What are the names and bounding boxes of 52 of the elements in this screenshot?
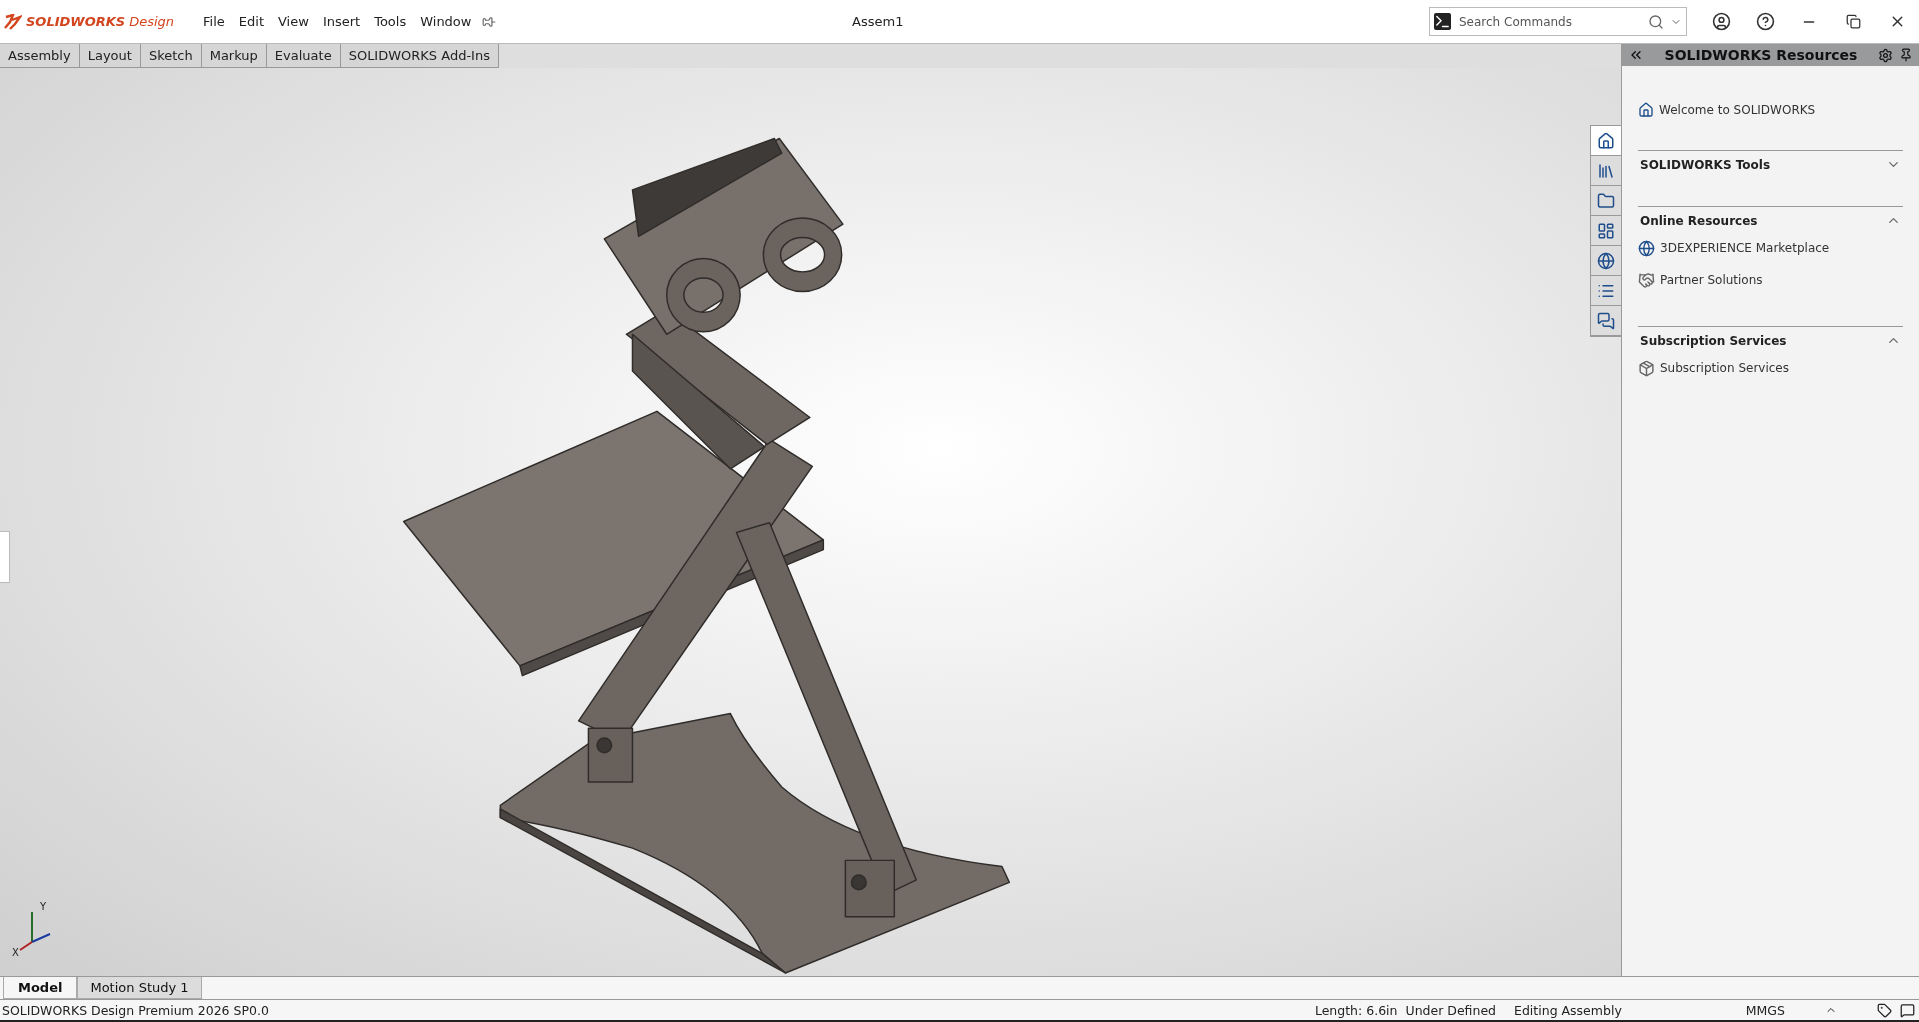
settings-icon[interactable] bbox=[1878, 47, 1893, 63]
forum-icon bbox=[1597, 311, 1615, 330]
resource-link[interactable]: Partner Solutions bbox=[1638, 268, 1903, 292]
model-tab[interactable]: Motion Study 1 bbox=[77, 977, 202, 999]
pin-icon[interactable] bbox=[482, 14, 497, 29]
home-icon bbox=[1597, 131, 1615, 150]
command-tab[interactable]: Layout bbox=[79, 44, 141, 68]
axis-triad-drawing: Y X bbox=[12, 898, 56, 958]
library-icon bbox=[1597, 161, 1615, 180]
folder-icon bbox=[1597, 191, 1615, 210]
edit-mode-text: Editing Assembly bbox=[1513, 1002, 1623, 1018]
command-tab[interactable]: Evaluate bbox=[266, 44, 341, 68]
pin-icon[interactable] bbox=[1899, 48, 1913, 62]
section-header[interactable]: Subscription Services bbox=[1638, 333, 1903, 348]
section-header[interactable]: SOLIDWORKS Tools bbox=[1638, 157, 1903, 172]
terminal-icon bbox=[1434, 13, 1451, 30]
menu-item[interactable]: Window bbox=[413, 10, 479, 33]
section-header[interactable]: Online Resources bbox=[1638, 213, 1903, 228]
home-icon bbox=[1638, 102, 1654, 118]
logo-icon bbox=[4, 13, 22, 30]
notes-icon[interactable] bbox=[1900, 1002, 1915, 1018]
menu-item[interactable]: File bbox=[196, 10, 232, 33]
menu-item[interactable]: Edit bbox=[231, 10, 271, 33]
command-tab[interactable]: SOLIDWORKS Add-Ins bbox=[340, 44, 499, 68]
pane-title: SOLIDWORKS Resources bbox=[1663, 47, 1859, 63]
menu-item[interactable]: View bbox=[271, 10, 316, 33]
welcome-link[interactable]: Welcome to SOLIDWORKS bbox=[1638, 98, 1903, 122]
menu-item[interactable]: Insert bbox=[315, 10, 368, 33]
command-tab[interactable]: Assembly bbox=[0, 44, 80, 68]
resource-link[interactable]: 3DEXPERIENCE Marketplace bbox=[1638, 236, 1903, 260]
account-icon[interactable] bbox=[1711, 12, 1731, 31]
brand-name: SOLIDWORKS bbox=[26, 14, 126, 29]
home-tab[interactable] bbox=[1591, 126, 1621, 156]
length-text: Length: 6.6in bbox=[1313, 1002, 1399, 1018]
globe-icon bbox=[1638, 239, 1655, 257]
units-button[interactable]: MMGS bbox=[1745, 1002, 1785, 1018]
handshake-icon bbox=[1638, 271, 1655, 289]
search-icon[interactable] bbox=[1648, 13, 1664, 30]
tag-icon[interactable] bbox=[1877, 1002, 1892, 1018]
product-name: Design bbox=[129, 14, 175, 29]
command-tab[interactable]: Markup bbox=[201, 44, 267, 68]
model-tab[interactable]: Model bbox=[3, 977, 78, 999]
menu-item[interactable]: Tools bbox=[367, 10, 414, 33]
sketch-state-text: Under Defined bbox=[1404, 1002, 1498, 1018]
search-field[interactable]: Search Commands bbox=[1429, 7, 1687, 36]
restore-icon[interactable] bbox=[1845, 14, 1861, 29]
help-icon[interactable] bbox=[1755, 12, 1775, 31]
version-text: SOLIDWORKS Design Premium 2026 SP0.0 bbox=[1, 1002, 270, 1018]
resource-link[interactable]: Subscription Services bbox=[1638, 356, 1903, 380]
panel-handle[interactable] bbox=[0, 531, 10, 583]
window-title: Assem1 bbox=[851, 14, 905, 29]
command-tab[interactable]: Sketch bbox=[140, 44, 202, 68]
